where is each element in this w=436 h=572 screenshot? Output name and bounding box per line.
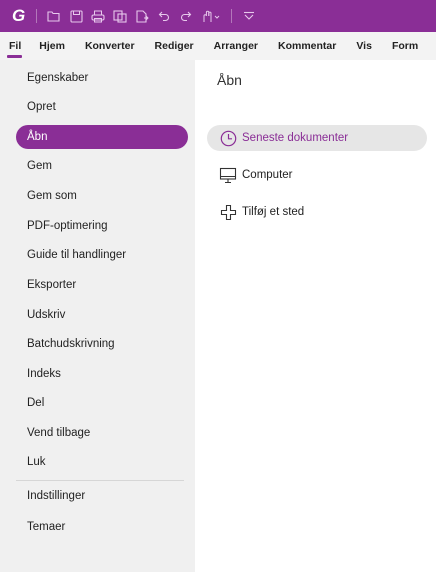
nav-item-opret[interactable]: Opret bbox=[16, 95, 188, 119]
add-place-icon bbox=[219, 203, 237, 221]
add-place-label: Tilføj et sted bbox=[242, 206, 305, 218]
ribbon-tabs: Fil Hjem Konverter Rediger Arranger Komm… bbox=[0, 32, 436, 60]
toolbar-separator bbox=[36, 9, 37, 23]
nav-item-indstillinger[interactable]: Indstillinger bbox=[16, 484, 188, 508]
nav-item-eksporter[interactable]: Eksporter bbox=[16, 273, 188, 297]
tab-rediger[interactable]: Rediger bbox=[145, 40, 204, 60]
open-folder-icon[interactable] bbox=[47, 9, 61, 23]
toolbar-separator bbox=[231, 9, 232, 23]
computer-option[interactable]: Computer bbox=[207, 162, 427, 188]
app-logo: G bbox=[12, 6, 26, 25]
nav-item-gem[interactable]: Gem bbox=[16, 154, 188, 178]
recent-documents-label: Seneste dokumenter bbox=[242, 132, 349, 144]
hand-tool-icon[interactable] bbox=[201, 9, 221, 23]
tab-vis[interactable]: Vis bbox=[346, 40, 382, 60]
nav-item-vend-tilbage[interactable]: Vend tilbage bbox=[16, 421, 188, 445]
nav-item-batchudskrivning[interactable]: Batchudskrivning bbox=[16, 332, 188, 356]
nav-item-guide-til-handlinger[interactable]: Guide til handlinger bbox=[16, 243, 188, 267]
tab-konverter[interactable]: Konverter bbox=[75, 40, 145, 60]
tab-kommentar[interactable]: Kommentar bbox=[268, 40, 346, 60]
tab-form[interactable]: Form bbox=[382, 40, 428, 60]
undo-icon[interactable] bbox=[157, 9, 171, 23]
nav-item-pdf-optimering[interactable]: PDF-optimering bbox=[16, 214, 188, 238]
backstage-nav: Egenskaber Opret Åbn Gem Gem som PDF-opt… bbox=[0, 60, 195, 572]
save-icon[interactable] bbox=[69, 9, 83, 23]
export-icon[interactable] bbox=[135, 9, 149, 23]
copy-icon[interactable] bbox=[113, 9, 127, 23]
redo-icon[interactable] bbox=[179, 9, 193, 23]
nav-item-egenskaber[interactable]: Egenskaber bbox=[16, 66, 188, 90]
nav-item-gem-som[interactable]: Gem som bbox=[16, 184, 188, 208]
tab-hjem[interactable]: Hjem bbox=[29, 40, 75, 60]
print-icon[interactable] bbox=[91, 9, 105, 23]
nav-item-aabn[interactable]: Åbn bbox=[16, 125, 188, 149]
nav-item-indeks[interactable]: Indeks bbox=[16, 362, 188, 386]
recent-documents-option[interactable]: Seneste dokumenter bbox=[207, 125, 427, 151]
clock-icon bbox=[219, 129, 237, 147]
tab-fil[interactable]: Fil bbox=[0, 40, 29, 60]
nav-item-temaer[interactable]: Temaer bbox=[16, 515, 188, 539]
quick-access-toolbar: G bbox=[0, 0, 436, 32]
computer-label: Computer bbox=[242, 169, 293, 181]
nav-item-luk[interactable]: Luk bbox=[16, 450, 188, 474]
computer-icon bbox=[219, 166, 237, 184]
add-place-option[interactable]: Tilføj et sted bbox=[207, 199, 427, 225]
customize-toolbar-icon[interactable] bbox=[242, 9, 256, 23]
page-title: Åbn bbox=[217, 72, 242, 88]
nav-item-udskriv[interactable]: Udskriv bbox=[16, 303, 188, 327]
nav-item-del[interactable]: Del bbox=[16, 391, 188, 415]
tab-arranger[interactable]: Arranger bbox=[204, 40, 268, 60]
nav-separator bbox=[16, 480, 184, 481]
